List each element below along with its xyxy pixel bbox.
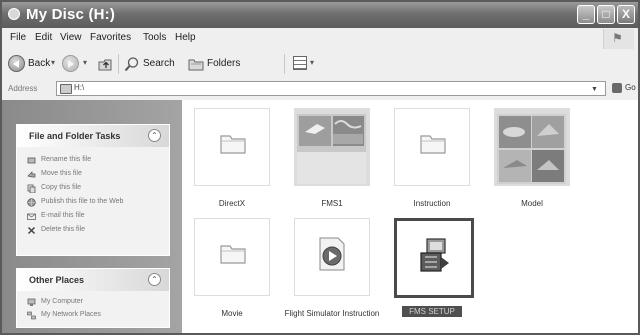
menu-help[interactable]: Help	[175, 32, 196, 43]
menu-tools[interactable]: Tools	[143, 32, 166, 43]
search-icon[interactable]	[124, 56, 140, 72]
thumbnail[interactable]	[394, 218, 474, 298]
file-label[interactable]: Movie	[184, 308, 280, 319]
windows-logo: ⚑	[603, 29, 634, 49]
menu-favorites[interactable]: Favorites	[90, 32, 131, 43]
folder-thumbnail-icon	[497, 114, 566, 184]
move-icon	[27, 171, 36, 178]
folders-icon[interactable]	[188, 56, 204, 72]
task-label[interactable]: Rename this file	[41, 156, 91, 163]
file-list: DirectX FMS1 Instruction Model Movie Fli…	[182, 100, 638, 333]
address-bar: Address H:\ ▼ Go	[2, 78, 638, 101]
panel-header[interactable]: Other Places ⌃	[17, 269, 169, 291]
menu-file[interactable]: File	[10, 32, 26, 43]
computer-icon	[27, 298, 36, 306]
thumbnail[interactable]	[294, 108, 370, 186]
collapse-chevron-icon[interactable]: ⌃	[148, 129, 161, 142]
task-label[interactable]: Copy this file	[41, 184, 81, 191]
toolbar-separator	[118, 54, 119, 74]
close-button[interactable]: X	[617, 5, 635, 24]
title-bar[interactable]: My Disc (H:) _ □ X	[2, 2, 638, 28]
go-button[interactable]: Go	[625, 83, 636, 92]
panel-header[interactable]: File and Folder Tasks ⌃	[17, 125, 169, 147]
file-label-selected[interactable]: FMS SETUP	[402, 306, 462, 317]
address-label: Address	[8, 84, 38, 93]
toolbar: Back ▾ ▾ Search Folders ▾	[2, 50, 638, 79]
folder-icon	[220, 135, 246, 154]
window-title: My Disc (H:)	[26, 6, 116, 23]
forward-button[interactable]	[62, 55, 79, 72]
maximize-button[interactable]: □	[597, 5, 615, 24]
task-pane: File and Folder Tasks ⌃ Rename this file…	[2, 100, 182, 333]
thumbnail[interactable]	[294, 218, 370, 296]
collapse-chevron-icon[interactable]: ⌃	[148, 273, 161, 286]
task-label[interactable]: Publish this file to the Web	[41, 198, 123, 205]
menu-edit[interactable]: Edit	[35, 32, 52, 43]
thumbnail[interactable]	[194, 218, 270, 296]
go-arrow-icon[interactable]	[612, 83, 622, 93]
address-value[interactable]: H:\	[74, 83, 84, 92]
disc-icon	[8, 8, 20, 20]
address-dropdown-icon[interactable]: ▼	[591, 86, 598, 93]
thumbnail[interactable]	[494, 108, 570, 186]
network-icon	[27, 311, 36, 320]
drive-icon	[60, 84, 72, 94]
file-folder-tasks-panel: File and Folder Tasks ⌃ Rename this file…	[16, 124, 170, 256]
panel-title: File and Folder Tasks	[29, 131, 121, 141]
file-label[interactable]: DirectX	[184, 198, 280, 209]
place-label[interactable]: My Network Places	[41, 311, 101, 318]
back-dropdown-icon[interactable]: ▾	[51, 58, 55, 67]
place-label[interactable]: My Computer	[41, 298, 83, 305]
search-button[interactable]: Search	[143, 58, 175, 69]
address-input[interactable]: H:\	[56, 81, 606, 96]
file-label[interactable]: Flight Simulator Instruction	[284, 308, 380, 319]
explorer-window: My Disc (H:) _ □ X File Edit View Favori…	[0, 0, 640, 335]
setup-installer-icon	[420, 238, 449, 272]
panel-title: Other Places	[29, 275, 85, 285]
back-arrow-icon[interactable]	[8, 55, 25, 72]
back-button[interactable]: Back	[28, 58, 50, 69]
media-file-icon	[319, 237, 345, 271]
folder-icon	[420, 135, 446, 154]
file-label[interactable]: Model	[484, 198, 580, 209]
thumbnail[interactable]	[394, 108, 470, 186]
menu-bar: File Edit View Favorites Tools Help ⚑	[2, 28, 638, 51]
file-label[interactable]: FMS1	[284, 198, 380, 209]
globe-icon	[27, 198, 36, 207]
toolbar-separator	[284, 54, 285, 74]
delete-icon	[27, 226, 36, 235]
thumbnail[interactable]	[194, 108, 270, 186]
views-icon[interactable]	[293, 56, 307, 70]
up-folder-icon[interactable]	[97, 56, 113, 72]
email-icon	[27, 213, 36, 220]
folder-thumbnail-icon	[297, 114, 366, 184]
copy-icon	[27, 184, 36, 193]
views-dropdown-icon[interactable]: ▾	[310, 58, 314, 67]
task-label[interactable]: E-mail this file	[41, 212, 85, 219]
forward-dropdown-icon[interactable]: ▾	[83, 58, 87, 67]
rename-icon	[27, 157, 36, 164]
folders-button[interactable]: Folders	[207, 58, 240, 69]
other-places-panel: Other Places ⌃ My Computer My Network Pl…	[16, 268, 170, 328]
task-label[interactable]: Delete this file	[41, 226, 85, 233]
minimize-button[interactable]: _	[577, 5, 595, 24]
task-label[interactable]: Move this file	[41, 170, 82, 177]
folder-icon	[220, 245, 246, 264]
file-label[interactable]: Instruction	[384, 198, 480, 209]
windows-flag-icon: ⚑	[612, 31, 623, 45]
menu-view[interactable]: View	[60, 32, 82, 43]
